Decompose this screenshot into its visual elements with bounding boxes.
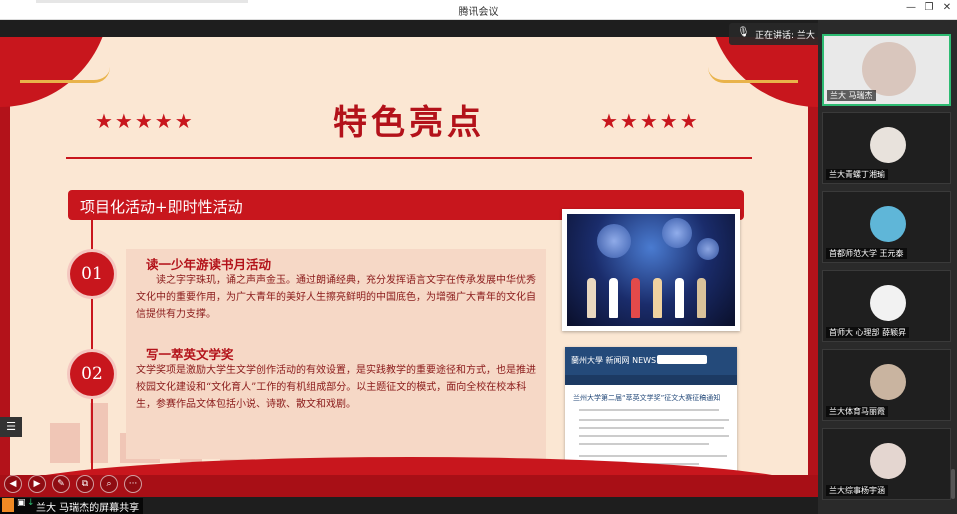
close-button[interactable]: ✕ (940, 2, 954, 13)
shared-screen: ★★★★★ ★★★★★ 特色亮点 项目化活动+即时性活动 读一少年游读书月活动 … (0, 20, 818, 514)
slides-overview-button[interactable]: ⧉ (76, 475, 94, 493)
participant-name: 兰大体育马丽霞 (826, 406, 888, 417)
avatar (870, 364, 906, 400)
more-options-button[interactable]: ··· (124, 475, 142, 493)
bottom-band (0, 475, 818, 497)
gold-ribbon-right (708, 67, 798, 83)
mic-on-icon: ↓ (27, 498, 35, 508)
gold-ribbon-left (20, 67, 110, 83)
participant-tile[interactable]: 兰大综事杨宇涵 (822, 428, 951, 500)
prev-slide-button[interactable]: ◀ (4, 475, 22, 493)
news-search-box (657, 355, 707, 364)
item-heading: 写一萃英文学奖 (146, 347, 234, 362)
item-body: 读之字字珠玑，诵之声声金玉。通过朗诵经典，充分发挥语言文字在传承发展中华优秀文化… (136, 275, 536, 320)
participant-name: 兰大 马瑞杰 (827, 90, 876, 101)
section-title: 项目化活动+即时性活动 (80, 198, 243, 216)
performance-photo (562, 209, 740, 331)
avatar (870, 443, 906, 479)
avatar (862, 42, 916, 96)
participant-tile[interactable]: 首都师范大学 王元泰 (822, 191, 951, 263)
mic-icon: 🎙 (737, 27, 750, 38)
item-heading: 读一少年游读书月活动 (146, 257, 272, 272)
restore-button[interactable]: ❐ (922, 2, 936, 13)
news-nav (565, 375, 737, 385)
zoom-button[interactable]: ⌕ (100, 475, 118, 493)
slide-title: 特色亮点 (333, 103, 485, 143)
participant-tile[interactable]: 兰大 马瑞杰 (822, 34, 951, 106)
title-underline (66, 157, 752, 159)
news-article-title: 兰州大学第二届“萃英文学奖”征文大赛征稿通知 (573, 394, 721, 402)
screen-share-bar: ▣ ↓ 兰大 马瑞杰的屏幕共享 (0, 498, 143, 514)
participant-name: 兰大综事杨宇涵 (826, 485, 888, 496)
user-icon (2, 498, 14, 512)
avatar (870, 285, 906, 321)
item-card-1: 读一少年游读书月活动 读之字字珠玑，诵之声声金玉。通过朗诵经典，充分发挥语言文字… (126, 249, 546, 351)
next-slide-button[interactable]: ▶ (28, 475, 46, 493)
participant-tile[interactable]: 兰大青螺丁湘瑜 (822, 112, 951, 184)
window-title: 腾讯会议 (458, 7, 499, 18)
avatar (870, 206, 906, 242)
participant-tile[interactable]: 兰大体育马丽霞 (822, 349, 951, 421)
participant-name: 首师大 心理部 薛颖昇 (826, 327, 910, 338)
share-label: 兰大 马瑞杰的屏幕共享 (36, 503, 140, 514)
item-body: 文学奖项是激励大学生文学创作活动的有效设置，是实践教学的重要途径和方式，也是推进… (136, 365, 536, 410)
pen-tool-button[interactable]: ✎ (52, 475, 70, 493)
item-card-2: 写一萃英文学奖 文学奖项是激励大学生文学创作活动的有效设置，是实践教学的重要途径… (126, 339, 546, 459)
presentation-slide: ★★★★★ ★★★★★ 特色亮点 项目化活动+即时性活动 读一少年游读书月活动 … (0, 37, 818, 497)
item-number-2: 02 (70, 352, 114, 396)
minimize-button[interactable]: — (904, 2, 918, 13)
item-number-1: 01 (70, 252, 114, 296)
news-logo: 蘭州大學 新闻网 NEWS (571, 356, 657, 365)
participant-name: 兰大青螺丁湘瑜 (826, 169, 888, 180)
title-bar: 腾讯会议 — ❐ ✕ (0, 0, 957, 20)
sidebar-scrollbar[interactable] (951, 469, 955, 499)
participant-name: 首都师范大学 王元泰 (826, 248, 907, 259)
participant-tile[interactable]: 首师大 心理部 薛颖昇 (822, 270, 951, 342)
list-menu-icon[interactable]: ☰ (0, 417, 22, 437)
avatar (870, 127, 906, 163)
participants-sidebar: 兰大 马瑞杰 兰大青螺丁湘瑜 首都师范大学 王元泰 首师大 心理部 薛颖昇 兰大… (818, 20, 957, 514)
share-screen-icon: ▣ (17, 498, 26, 508)
